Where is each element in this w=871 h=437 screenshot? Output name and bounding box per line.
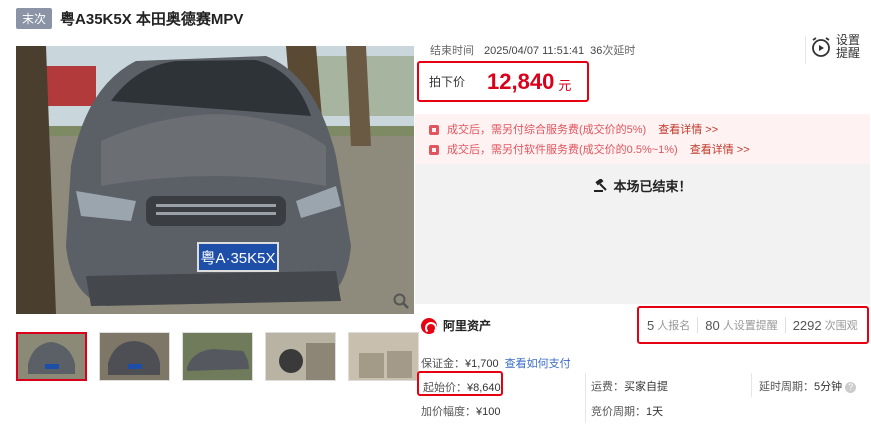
- start-price-value: ¥8,640: [467, 382, 501, 394]
- divider: [805, 36, 806, 64]
- divider: [585, 373, 586, 423]
- delay-period-value: 5分钟: [814, 381, 843, 393]
- signup-label: 人报名: [657, 320, 691, 332]
- ali-assets-logo-icon: [421, 317, 437, 334]
- increment-value: ¥100: [476, 406, 501, 418]
- price-label: 拍下价: [429, 75, 466, 89]
- set-reminder-button[interactable]: 设置 提醒: [810, 34, 866, 60]
- help-icon[interactable]: ?: [845, 381, 857, 393]
- title-row: 末次 粤A35K5X 本田奥德赛MPV: [16, 7, 244, 29]
- stats-box: 5 人报名 80 人设置提醒 2292 次围观: [637, 306, 869, 344]
- auction-ended-panel: 本场已结束！: [415, 164, 870, 304]
- delay-label: 次延时: [602, 45, 636, 57]
- thumbnail[interactable]: [99, 332, 170, 381]
- reminder-count: 80: [705, 317, 720, 333]
- signup-count: 5: [647, 317, 655, 333]
- shipping-label: 运费：: [591, 381, 624, 393]
- deposit-label: 保证金：: [421, 358, 465, 370]
- deposit-row: 保证金：¥1,700 查看如何支付: [421, 355, 571, 371]
- fee-notice: 成交后，需另付综合服务费(成交价的5%) 查看详情 >> 成交后，需另付软件服务…: [415, 114, 870, 164]
- zoom-icon[interactable]: [392, 292, 410, 310]
- reminder-label-2: 提醒: [836, 46, 861, 60]
- thumbnail-strip: [16, 332, 419, 381]
- delay-count: 36: [590, 45, 603, 57]
- gift-icon: [429, 145, 439, 155]
- bid-cycle-value: 1天: [646, 406, 664, 418]
- fee-line: 成交后，需另付软件服务费(成交价的0.5%~1%) 查看详情 >>: [429, 140, 856, 160]
- how-to-pay-link[interactable]: 查看如何支付: [505, 358, 571, 370]
- view-count: 2292: [792, 317, 822, 333]
- start-price-row: 起始价：¥8,640: [423, 379, 501, 395]
- fee-line: 成交后，需另付综合服务费(成交价的5%) 查看详情 >>: [429, 120, 856, 140]
- deposit-value: ¥1,700: [465, 358, 499, 370]
- price-unit: 元: [558, 77, 572, 93]
- bid-cycle-label: 竞价周期：: [591, 406, 646, 418]
- fee-detail-link[interactable]: 查看详情 >>: [658, 120, 718, 140]
- delay-period-label: 延时周期：: [759, 381, 814, 393]
- reminder-label-1: 设置: [836, 33, 861, 47]
- fee-detail-link[interactable]: 查看详情 >>: [690, 140, 750, 160]
- thumbnail[interactable]: [182, 332, 253, 381]
- gift-icon: [429, 125, 439, 135]
- round-tag: 末次: [16, 7, 53, 29]
- brand-row: 阿里资产: [421, 317, 491, 334]
- alarm-clock-icon: [812, 37, 830, 57]
- bid-cycle-row: 竞价周期：1天: [591, 403, 663, 419]
- car-photo-illustration: 粤A·35K5X: [16, 46, 414, 314]
- start-price-label: 起始价：: [423, 382, 467, 394]
- end-time-row: 结束时间 2025/04/07 11:51:41 36次延时: [430, 42, 635, 58]
- view-label: 次围观: [824, 320, 858, 332]
- shipping-row: 运费：买家自提: [591, 378, 668, 394]
- brand-name: 阿里资产: [443, 319, 492, 333]
- thumbnail[interactable]: [16, 332, 87, 381]
- price-value: 12,840: [487, 68, 555, 94]
- main-photo[interactable]: 粤A·35K5X: [16, 46, 414, 314]
- fee-text: 成交后，需另付软件服务费(成交价的0.5%~1%): [447, 144, 678, 156]
- end-time-label: 结束时间: [430, 45, 474, 57]
- reminder-count-label: 人设置提醒: [722, 320, 778, 332]
- delay-period-row: 延时周期：5分钟?: [759, 378, 857, 394]
- thumbnail[interactable]: [348, 332, 419, 381]
- final-price-box: 拍下价 12,840 元: [417, 61, 589, 102]
- auction-ended-text: 本场已结束！: [415, 176, 870, 195]
- gavel-icon: [594, 178, 608, 192]
- fee-text: 成交后，需另付综合服务费(成交价的5%): [447, 124, 647, 136]
- increment-row: 加价幅度：¥100: [421, 403, 500, 419]
- shipping-value: 买家自提: [624, 381, 668, 393]
- divider: [751, 373, 752, 397]
- increment-label: 加价幅度：: [421, 406, 476, 418]
- page-title: 粤A35K5X 本田奥德赛MPV: [60, 10, 244, 28]
- thumbnail[interactable]: [265, 332, 336, 381]
- end-time-value: 2025/04/07 11:51:41: [484, 45, 585, 57]
- license-plate-text: 粤A·35K5X: [200, 249, 275, 267]
